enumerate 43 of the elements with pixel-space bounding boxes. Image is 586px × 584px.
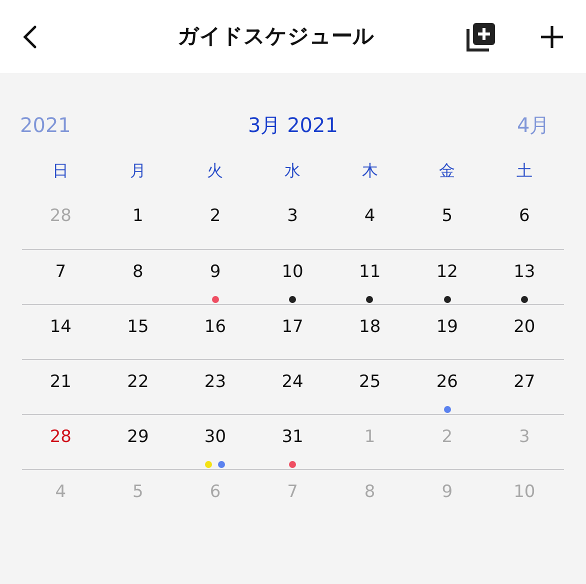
day-number[interactable]: 28	[50, 425, 72, 449]
day-number[interactable]: 3	[287, 204, 298, 228]
day-number[interactable]: 5	[442, 204, 453, 228]
current-month: 3月 2021	[248, 112, 338, 139]
day-number[interactable]: 1	[132, 204, 144, 228]
day-number[interactable]: 18	[359, 315, 381, 339]
day-number[interactable]: 17	[282, 315, 304, 339]
day-number[interactable]: 29	[127, 425, 149, 449]
day-number[interactable]: 4	[364, 204, 376, 228]
day-number[interactable]: 27	[514, 370, 536, 394]
weekday-label: 金	[438, 160, 456, 182]
day-number[interactable]: 26	[436, 370, 458, 394]
day-number[interactable]: 20	[514, 315, 536, 339]
add-copy-icon[interactable]	[466, 22, 496, 52]
day-number[interactable]: 14	[50, 315, 72, 339]
day-number[interactable]: 16	[204, 315, 226, 339]
weekday-label: 水	[284, 160, 302, 182]
day-number[interactable]: 2	[210, 204, 221, 228]
day-number[interactable]: 12	[436, 260, 458, 284]
screen-title: ガイドスケジュール	[178, 22, 374, 50]
day-number[interactable]: 19	[436, 315, 458, 339]
day-number[interactable]: 22	[127, 370, 149, 394]
day-number[interactable]: 13	[514, 260, 536, 284]
day-number[interactable]: 6	[519, 204, 530, 228]
weekday-label: 土	[515, 160, 534, 182]
add-icon[interactable]	[540, 24, 564, 48]
day-number[interactable]: 7	[55, 260, 66, 284]
day-number[interactable]: 11	[359, 260, 381, 284]
day-number[interactable]: 30	[204, 425, 226, 449]
day-number[interactable]: 23	[204, 370, 226, 394]
day-number[interactable]: 10	[282, 260, 304, 284]
day-number[interactable]: 31	[282, 425, 304, 449]
weekday-label: 日	[52, 160, 70, 182]
back-icon[interactable]	[22, 24, 38, 48]
day-number[interactable]: 9	[210, 260, 221, 284]
day-number[interactable]: 24	[282, 370, 304, 394]
day-number[interactable]: 25	[359, 370, 381, 394]
day-number[interactable]: 8	[132, 260, 144, 284]
weekday-label: 木	[360, 160, 379, 182]
day-number[interactable]: 15	[127, 315, 149, 339]
weekday-label: 火	[206, 160, 224, 182]
weekday-label: 月	[128, 160, 147, 182]
day-number[interactable]: 21	[50, 370, 72, 394]
